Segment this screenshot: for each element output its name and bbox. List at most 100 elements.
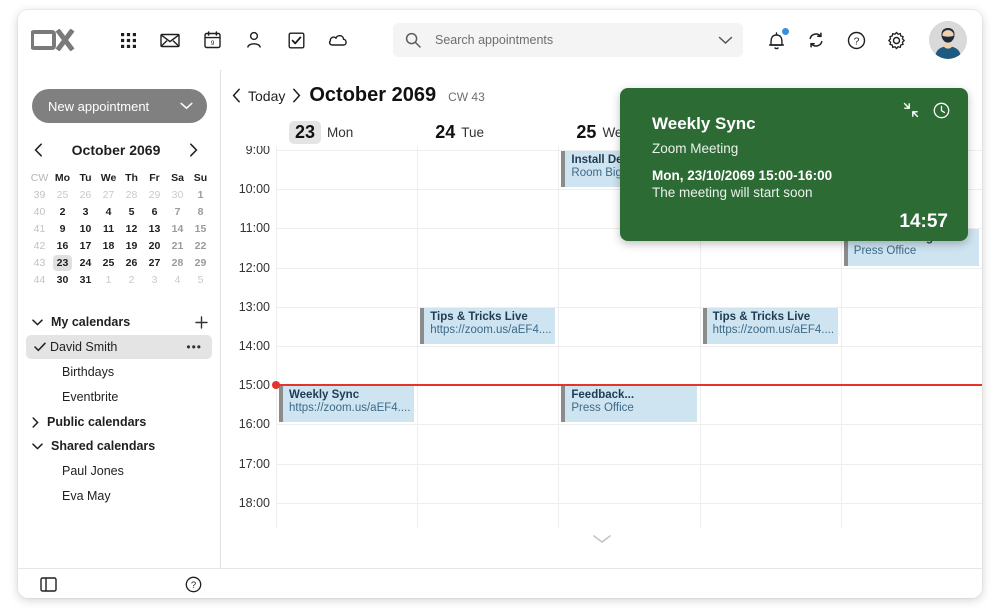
minicalendar-day-4[interactable]: 4: [166, 271, 189, 288]
today-button[interactable]: Today: [248, 88, 285, 104]
minicalendar-day-23[interactable]: 23: [51, 254, 74, 271]
calendar-next-chevron-right-icon[interactable]: [292, 88, 301, 103]
minicalendar-week-row: 44303112345: [28, 271, 212, 288]
mail-icon[interactable]: [159, 29, 181, 51]
minicalendar-day-13[interactable]: 13: [143, 220, 166, 237]
minicalendar-day-22[interactable]: 22: [189, 237, 212, 254]
minicalendar-day-5[interactable]: 5: [189, 271, 212, 288]
minicalendar-day-25[interactable]: 25: [97, 254, 120, 271]
minicalendar-day-20[interactable]: 20: [143, 237, 166, 254]
minicalendar-day-8[interactable]: 8: [189, 203, 212, 220]
minicalendar-prev-chevron-left-icon[interactable]: [30, 141, 47, 159]
minicalendar-next-chevron-right-icon[interactable]: [185, 141, 202, 159]
calendar-item-eventbrite[interactable]: Eventbrite: [26, 385, 212, 409]
new-appointment-button[interactable]: New appointment: [32, 89, 207, 123]
day-header-24[interactable]: 24Tue: [417, 118, 558, 146]
hour-label-1000: 10:00: [222, 182, 270, 196]
minicalendar-day-19[interactable]: 19: [120, 237, 143, 254]
calendar-group-my-calendars[interactable]: My calendars: [18, 310, 220, 334]
calendar-event[interactable]: Tips & Tricks Livehttps://zoom.us/aEF4..…: [703, 308, 838, 344]
event-title: Tips & Tricks Live: [713, 311, 838, 323]
settings-gear-icon[interactable]: [885, 29, 907, 51]
help-icon[interactable]: ?: [845, 29, 867, 51]
hour-label-1600: 16:00: [222, 417, 270, 431]
address-book-icon[interactable]: [243, 29, 265, 51]
calendar-item-more-icon[interactable]: •••: [186, 340, 202, 354]
minicalendar-day-28[interactable]: 28: [166, 254, 189, 271]
minicalendar-day-26[interactable]: 26: [74, 186, 97, 203]
minicalendar-day-1[interactable]: 1: [97, 271, 120, 288]
minicalendar-day-3[interactable]: 3: [74, 203, 97, 220]
calendar-item-david-smith[interactable]: David Smith•••: [26, 335, 212, 359]
minicalendar-day-3[interactable]: 3: [143, 271, 166, 288]
minicalendar-day-11[interactable]: 11: [97, 220, 120, 237]
expand-hours-chevron-down-icon[interactable]: [222, 528, 982, 550]
new-appointment-chevron-down-icon[interactable]: [180, 102, 193, 110]
minicalendar-day-26[interactable]: 26: [120, 254, 143, 271]
minicalendar-day-29[interactable]: 29: [189, 254, 212, 271]
calendar-event[interactable]: Tips & Tricks Livehttps://zoom.us/aEF4..…: [420, 308, 555, 344]
grid-hour-line: [276, 503, 982, 504]
snooze-clock-icon[interactable]: [933, 102, 950, 119]
minicalendar-dayname-tu: Tu: [74, 169, 97, 186]
calendar-icon[interactable]: 9: [201, 29, 223, 51]
minicalendar-day-6[interactable]: 6: [143, 203, 166, 220]
minicalendar-day-30[interactable]: 30: [166, 186, 189, 203]
minicalendar-day-5[interactable]: 5: [120, 203, 143, 220]
search-bar[interactable]: [393, 23, 743, 57]
notifications-bell-icon[interactable]: [765, 29, 787, 51]
minicalendar-day-24[interactable]: 24: [74, 254, 97, 271]
minicalendar-day-4[interactable]: 4: [97, 203, 120, 220]
minicalendar-day-14[interactable]: 14: [166, 220, 189, 237]
day-header-23[interactable]: 23Mon: [276, 118, 417, 146]
minicalendar-day-2[interactable]: 2: [120, 271, 143, 288]
search-chevron-down-icon[interactable]: [718, 36, 733, 45]
minicalendar-day-28[interactable]: 28: [120, 186, 143, 203]
chevron-down-icon[interactable]: [32, 443, 43, 450]
minicalendar-day-2[interactable]: 2: [51, 203, 74, 220]
calendar-item-paul-jones[interactable]: Paul Jones: [26, 459, 212, 483]
calendar-prev-chevron-left-icon[interactable]: [232, 88, 241, 103]
chevron-right-icon[interactable]: [32, 417, 39, 428]
minicalendar-week-number: 44: [28, 271, 51, 288]
chevron-down-icon[interactable]: [32, 319, 43, 326]
check-icon: [34, 342, 50, 352]
minicalendar-day-1[interactable]: 1: [189, 186, 212, 203]
collapse-icon[interactable]: [903, 102, 919, 119]
minicalendar-day-17[interactable]: 17: [74, 237, 97, 254]
minicalendar-day-29[interactable]: 29: [143, 186, 166, 203]
minicalendar-day-25[interactable]: 25: [51, 186, 74, 203]
minicalendar-day-27[interactable]: 27: [97, 186, 120, 203]
minicalendar-day-15[interactable]: 15: [189, 220, 212, 237]
day-name: Tue: [461, 125, 484, 140]
bottom-help-icon[interactable]: ?: [185, 576, 202, 593]
ox-logo[interactable]: [31, 29, 85, 51]
minicalendar-day-16[interactable]: 16: [51, 237, 74, 254]
hour-label-1700: 17:00: [222, 457, 270, 471]
refresh-icon[interactable]: [805, 29, 827, 51]
toggle-sidebar-icon[interactable]: [40, 577, 57, 592]
calendar-group-shared-calendars[interactable]: Shared calendars: [18, 434, 220, 458]
minicalendar-day-12[interactable]: 12: [120, 220, 143, 237]
minicalendar-day-7[interactable]: 7: [166, 203, 189, 220]
app-grid-icon[interactable]: [117, 29, 139, 51]
calendar-group-public-calendars[interactable]: Public calendars: [18, 410, 220, 434]
minicalendar-day-30[interactable]: 30: [51, 271, 74, 288]
add-calendar-plus-icon[interactable]: [195, 316, 208, 329]
search-input[interactable]: [433, 32, 718, 48]
calendar-event[interactable]: Feedback...Press Office: [561, 386, 696, 422]
drive-icon[interactable]: [327, 29, 349, 51]
calendar-event[interactable]: Weekly Synchttps://zoom.us/aEF4....: [279, 386, 414, 422]
time-gutter-spacer: [222, 118, 276, 146]
minicalendar-day-18[interactable]: 18: [97, 237, 120, 254]
minicalendar-day-10[interactable]: 10: [74, 220, 97, 237]
appointment-reminder-popup[interactable]: Weekly Sync Zoom Meeting Mon, 23/10/2069…: [620, 88, 968, 241]
minicalendar-day-9[interactable]: 9: [51, 220, 74, 237]
minicalendar-day-31[interactable]: 31: [74, 271, 97, 288]
minicalendar-day-27[interactable]: 27: [143, 254, 166, 271]
minicalendar-day-21[interactable]: 21: [166, 237, 189, 254]
calendar-item-eva-may[interactable]: Eva May: [26, 484, 212, 508]
calendar-item-birthdays[interactable]: Birthdays: [26, 360, 212, 384]
tasks-icon[interactable]: [285, 29, 307, 51]
avatar[interactable]: [929, 21, 967, 59]
